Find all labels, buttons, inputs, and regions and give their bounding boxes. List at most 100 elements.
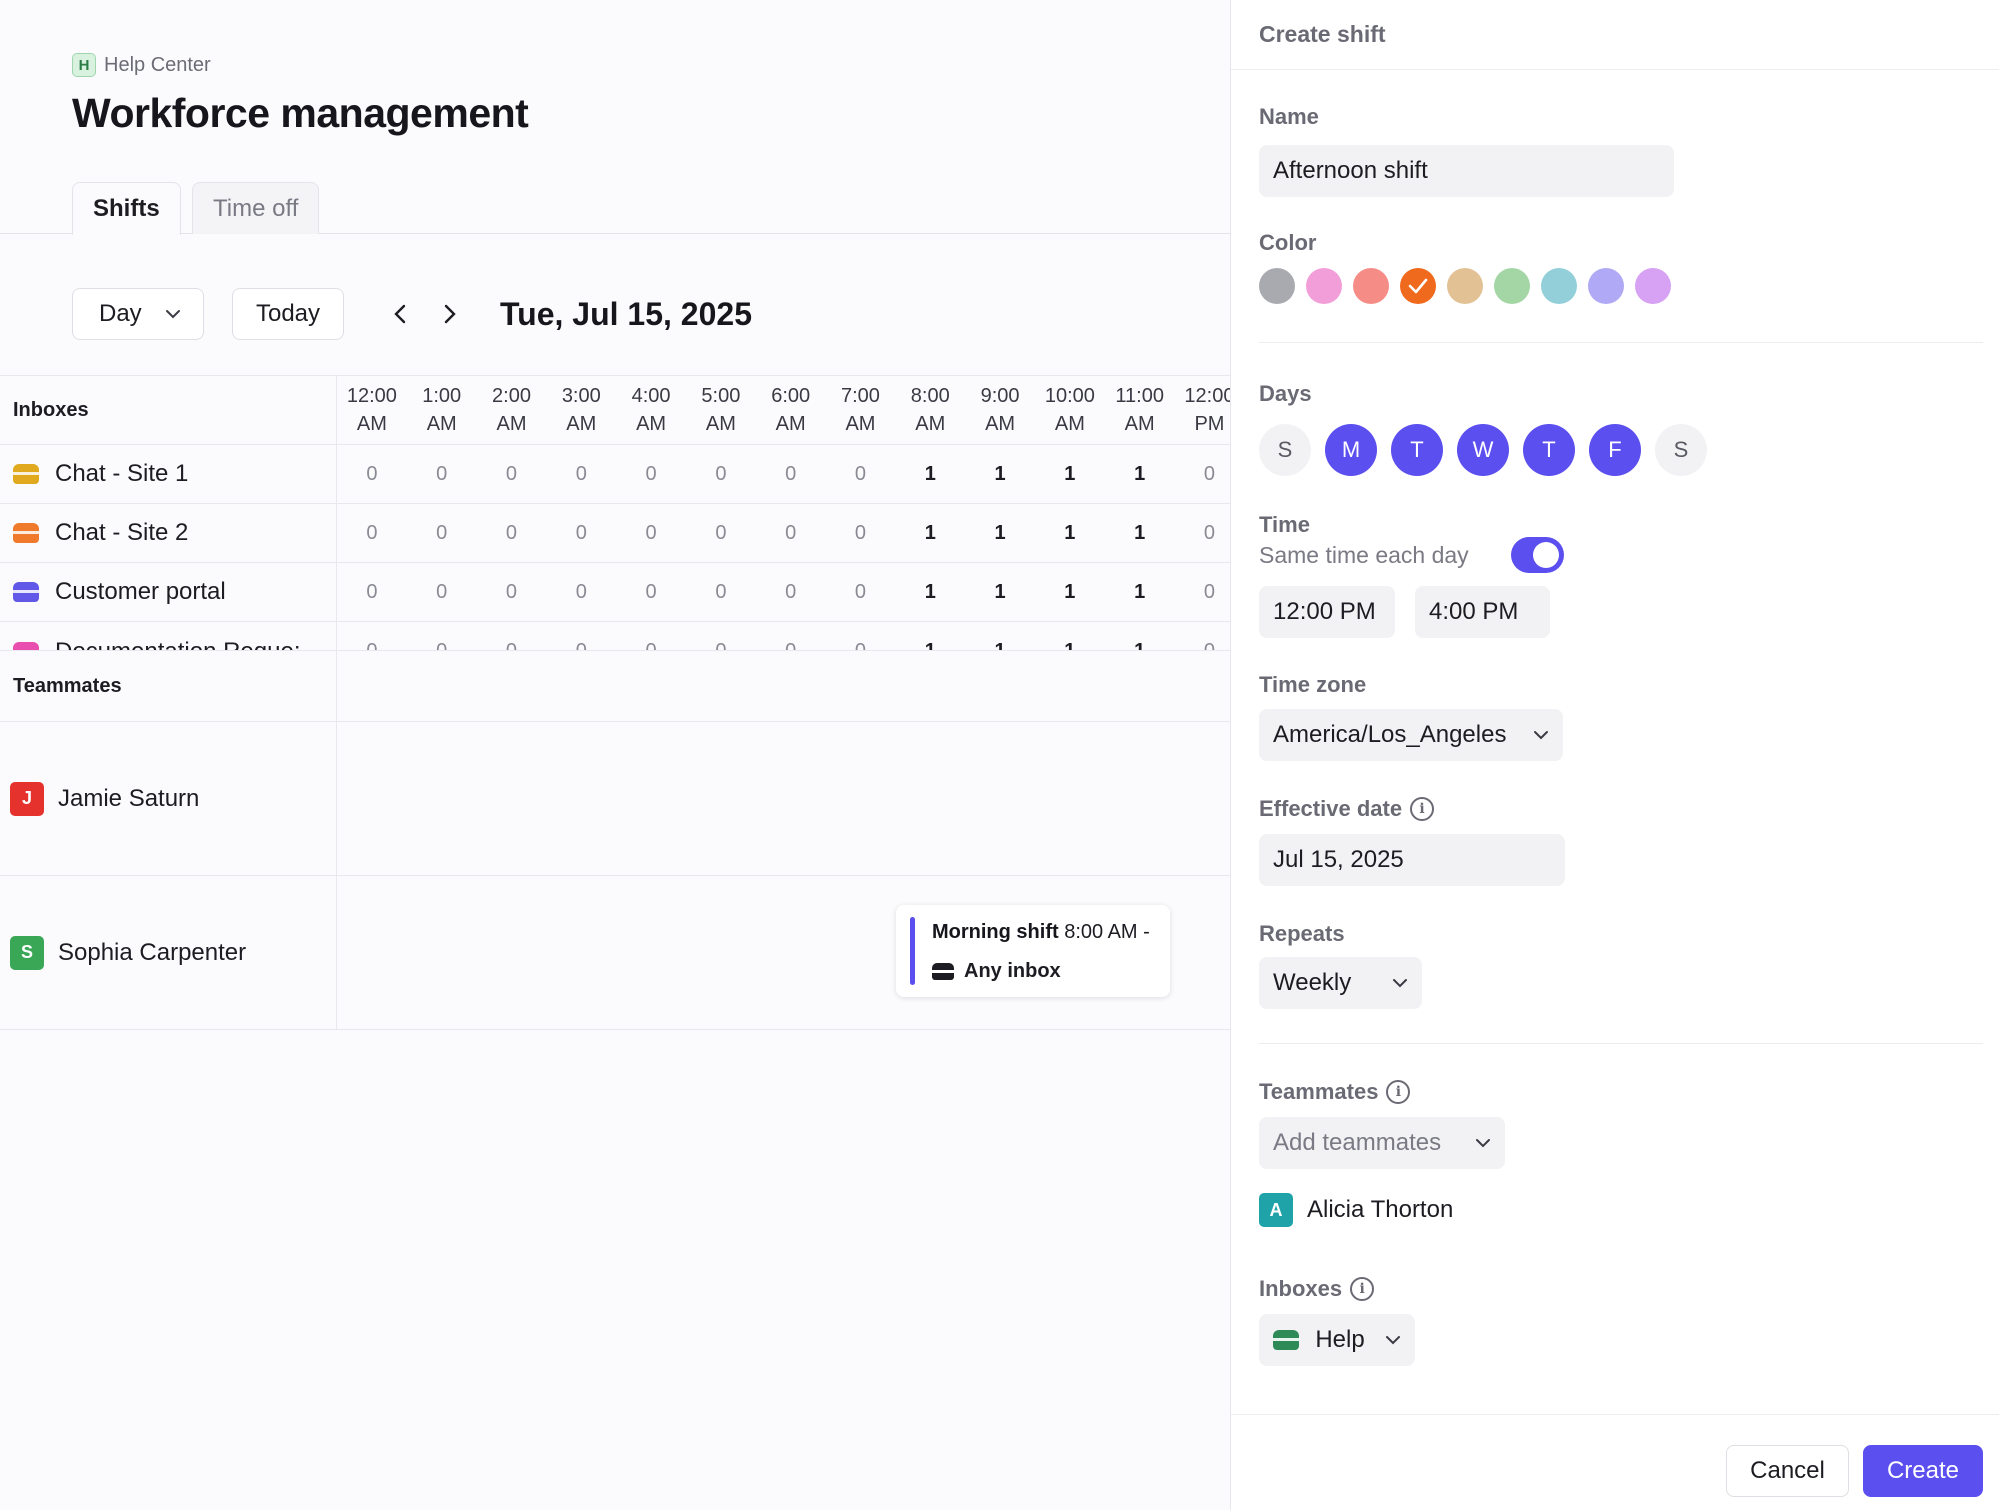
- help-center-badge: H: [72, 53, 96, 77]
- chevron-down-icon: [1393, 979, 1407, 988]
- name-input[interactable]: Afternoon shift: [1259, 145, 1674, 197]
- coverage-cell: 0: [575, 580, 587, 603]
- hour-time: 4:00: [631, 385, 671, 407]
- coverage-cell: 0: [436, 580, 448, 603]
- coverage-cell: 0: [575, 521, 587, 544]
- color-swatch[interactable]: [1635, 268, 1671, 304]
- create-button[interactable]: Create: [1863, 1445, 1983, 1497]
- inbox-icon: [13, 582, 39, 602]
- cancel-button[interactable]: Cancel: [1726, 1445, 1849, 1497]
- coverage-cell: 0: [854, 580, 867, 603]
- hour-time: 7:00: [841, 385, 880, 407]
- shift-card[interactable]: Morning shift 8:00 AM - Any inbox: [896, 905, 1170, 997]
- add-teammates-select[interactable]: Add teammates: [1259, 1117, 1505, 1169]
- coverage-cell: 0: [1203, 521, 1216, 544]
- inbox-select[interactable]: Help: [1259, 1314, 1415, 1366]
- inbox-icon: [932, 963, 954, 980]
- day-toggle[interactable]: M: [1325, 424, 1377, 476]
- coverage-cell: 0: [645, 462, 657, 485]
- info-icon[interactable]: i: [1386, 1080, 1411, 1104]
- coverage-cell: 1: [1134, 580, 1146, 603]
- tab-time-off[interactable]: Time off: [192, 182, 320, 234]
- color-swatch[interactable]: [1306, 268, 1342, 304]
- inboxes-label: Inboxes i: [1259, 1276, 1375, 1302]
- start-time-input[interactable]: 12:00 PM: [1259, 586, 1395, 638]
- breadcrumb[interactable]: H Help Center: [72, 53, 211, 77]
- coverage-cell: 0: [366, 462, 378, 485]
- timezone-select[interactable]: America/Los_Angeles: [1259, 709, 1563, 761]
- coverage-cell: 1: [1064, 462, 1076, 485]
- coverage-cell: 1: [1134, 640, 1146, 651]
- day-toggle[interactable]: F: [1589, 424, 1641, 476]
- inbox-row-label[interactable]: Chat - Site 1: [0, 445, 337, 503]
- selected-teammate-name: Alicia Thorton: [1307, 1196, 1454, 1223]
- color-swatch[interactable]: [1259, 268, 1295, 304]
- selected-teammate[interactable]: A Alicia Thorton: [1259, 1193, 1453, 1227]
- coverage-cell: 1: [994, 521, 1006, 544]
- color-swatch[interactable]: [1353, 268, 1389, 304]
- timezone-label: Time zone: [1259, 672, 1367, 697]
- day-toggle[interactable]: S: [1259, 424, 1311, 476]
- next-day-button[interactable]: [430, 294, 470, 334]
- chevron-right-icon: [444, 304, 456, 324]
- coverage-cell: 0: [505, 640, 518, 651]
- coverage-cell: 0: [785, 640, 797, 651]
- inbox-name: Customer portal: [55, 578, 226, 605]
- hour-ampm: AM: [1124, 413, 1155, 435]
- hour-ampm: AM: [566, 413, 597, 435]
- chevron-down-icon: [166, 310, 180, 319]
- inbox-row: Customer portal 0 0 0 0 0 0 0 0 1 1 1 1 0: [0, 563, 1230, 622]
- teammate-row-label[interactable]: J Jamie Saturn: [0, 722, 337, 875]
- coverage-cell: 0: [436, 640, 448, 651]
- teammate-row-label[interactable]: S Sophia Carpenter: [0, 876, 337, 1029]
- hour-time: 2:00: [492, 385, 531, 407]
- color-swatch[interactable]: [1541, 268, 1577, 304]
- effective-date-input[interactable]: Jul 15, 2025: [1259, 834, 1565, 886]
- tab-bar: Shifts Time off: [0, 182, 1230, 235]
- day-toggle[interactable]: W: [1457, 424, 1509, 476]
- coverage-cell: 0: [785, 462, 797, 485]
- shift-title: Morning shift 8:00 AM -: [932, 921, 1150, 944]
- teammates-header-row: Teammates: [0, 651, 1230, 722]
- day-toggle[interactable]: S: [1655, 424, 1707, 476]
- color-label: Color: [1259, 230, 1317, 255]
- toggle-knob: [1533, 542, 1559, 568]
- coverage-cell: 0: [1203, 580, 1216, 603]
- coverage-cell: 0: [785, 521, 797, 544]
- info-icon[interactable]: i: [1350, 1277, 1375, 1301]
- end-time-input[interactable]: 4:00 PM: [1415, 586, 1550, 638]
- color-swatch[interactable]: [1400, 268, 1436, 304]
- inbox-row-label[interactable]: Customer portal: [0, 563, 337, 621]
- day-toggle[interactable]: T: [1523, 424, 1575, 476]
- hour-header-cell: 8:00 AM: [895, 376, 965, 444]
- coverage-cell: 1: [1064, 640, 1076, 651]
- panel-title: Create shift: [1231, 0, 1999, 70]
- inboxes-header: Inboxes: [0, 376, 337, 444]
- avatar: J: [10, 781, 44, 816]
- prev-day-button[interactable]: [380, 294, 420, 334]
- color-swatch[interactable]: [1494, 268, 1530, 304]
- inbox-icon: [1273, 1330, 1299, 1350]
- coverage-cell: 0: [854, 640, 867, 651]
- today-button[interactable]: Today: [232, 288, 344, 340]
- inbox-row-label[interactable]: Chat - Site 2: [0, 504, 337, 562]
- info-icon[interactable]: i: [1410, 797, 1435, 821]
- coverage-cell: 0: [854, 521, 867, 544]
- color-swatch[interactable]: [1588, 268, 1624, 304]
- day-toggle[interactable]: T: [1391, 424, 1443, 476]
- hour-time: 8:00: [910, 385, 950, 407]
- same-time-toggle[interactable]: [1511, 537, 1564, 573]
- inbox-row: Chat - Site 2 0 0 0 0 0 0 0 0 1 1 1 1 0: [0, 504, 1230, 563]
- view-select[interactable]: Day: [72, 288, 204, 340]
- inbox-icon: [13, 641, 39, 650]
- hour-ampm: AM: [496, 413, 527, 435]
- coverage-cell: 1: [1134, 462, 1146, 485]
- coverage-cell: 0: [436, 521, 448, 544]
- color-swatch[interactable]: [1447, 268, 1483, 304]
- tab-shifts[interactable]: Shifts: [72, 182, 181, 235]
- breadcrumb-label[interactable]: Help Center: [104, 54, 211, 77]
- coverage-cell: 0: [575, 462, 587, 485]
- inbox-row-label[interactable]: Documentation Reque:: [0, 622, 337, 650]
- repeats-select[interactable]: Weekly: [1259, 957, 1422, 1009]
- hour-ampm: PM: [1194, 413, 1225, 435]
